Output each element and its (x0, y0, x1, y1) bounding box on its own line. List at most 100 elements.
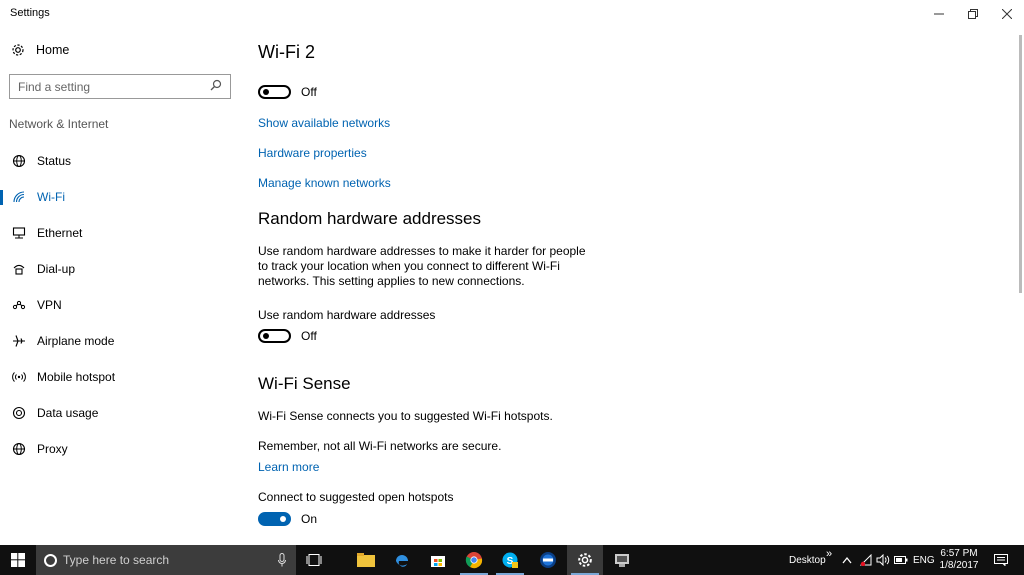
clock-time: 6:57 PM (940, 548, 978, 559)
sidebar-item-label: Dial-up (37, 262, 76, 276)
sidebar-item-label: Mobile hotspot (37, 370, 116, 384)
gear-icon (10, 42, 26, 58)
sidebar-item-ethernet[interactable]: Ethernet (0, 215, 240, 251)
show-hidden-icons-button[interactable] (842, 545, 852, 575)
sidebar-item-mobile-hotspot[interactable]: Mobile hotspot (0, 359, 240, 395)
sidebar-item-status[interactable]: Status (0, 143, 240, 179)
taskbar-search-placeholder: Type here to search (63, 553, 170, 567)
taskbar-chrome[interactable] (456, 545, 492, 575)
windows-logo-icon (11, 553, 25, 567)
sidebar-item-data-usage[interactable]: Data usage (0, 395, 240, 431)
skype-icon: S (502, 552, 518, 568)
airplane-icon (11, 333, 27, 349)
folder-icon (357, 553, 375, 567)
wifi-toggle[interactable]: Off (258, 85, 317, 99)
restore-icon (968, 9, 978, 19)
search-icon[interactable] (210, 79, 224, 93)
minimize-button[interactable] (922, 0, 956, 28)
sidebar: Home Network & Internet Status Wi-Fi Eth… (0, 30, 240, 545)
random-hardware-heading: Random hardware addresses (258, 209, 482, 228)
hotspot-icon (11, 369, 27, 385)
random-hardware-toggle-switch[interactable] (258, 329, 291, 343)
task-view-icon (306, 554, 322, 566)
volume-icon[interactable] (876, 545, 890, 575)
suggested-hotspots-toggle[interactable]: On (258, 512, 317, 526)
window-title: Settings (10, 7, 50, 19)
tray-network-icon[interactable] (860, 545, 872, 575)
task-view-button[interactable] (296, 545, 332, 575)
hardware-properties-link[interactable]: Hardware properties (258, 146, 367, 160)
taskbar-app-blue[interactable] (530, 545, 566, 575)
desktop-toolbar-label[interactable]: Desktop (789, 545, 826, 575)
wifi-icon (11, 189, 27, 205)
sidebar-item-label: Airplane mode (37, 334, 115, 348)
find-setting-box[interactable] (9, 74, 231, 99)
taskbar-settings[interactable] (567, 545, 603, 575)
wifi-toggle-switch[interactable] (258, 85, 291, 99)
minimize-icon (934, 13, 944, 15)
taskbar-search-box[interactable]: Type here to search (36, 545, 296, 575)
manage-known-networks-link[interactable]: Manage known networks (258, 176, 391, 190)
action-center-button[interactable] (994, 545, 1008, 575)
sidebar-item-label: Ethernet (37, 226, 83, 240)
gear-icon (578, 553, 592, 567)
find-setting-input[interactable] (18, 79, 198, 94)
learn-more-link[interactable]: Learn more (258, 460, 319, 474)
restore-button[interactable] (956, 0, 990, 28)
taskbar-skype[interactable]: S (492, 545, 528, 575)
sidebar-item-proxy[interactable]: Proxy (0, 431, 240, 467)
wifi-sense-description: Wi-Fi Sense connects you to suggested Wi… (258, 409, 553, 423)
sidebar-item-label: VPN (37, 298, 62, 312)
wifi-toggle-state: Off (301, 85, 317, 99)
taskbar-file-explorer[interactable] (348, 545, 384, 575)
taskbar-clock[interactable]: 6:57 PM 1/8/2017 (936, 548, 982, 572)
scrollbar[interactable] (1015, 30, 1024, 545)
sidebar-item-label: Wi-Fi (37, 190, 65, 204)
clock-date: 1/8/2017 (939, 560, 979, 571)
edge-icon (396, 555, 408, 567)
sidebar-item-airplane-mode[interactable]: Airplane mode (0, 323, 240, 359)
wifi-sense-warning: Remember, not all Wi-Fi networks are sec… (258, 439, 502, 453)
sidebar-item-label: Status (37, 154, 72, 168)
random-hardware-description: Use random hardware addresses to make it… (258, 244, 586, 288)
sidebar-item-wifi[interactable]: Wi-Fi (0, 179, 240, 215)
suggested-hotspots-label: Connect to suggested open hotspots (258, 490, 454, 504)
random-hardware-toggle[interactable]: Off (258, 329, 317, 343)
input-language[interactable]: ENG (913, 545, 935, 575)
close-button[interactable] (990, 0, 1024, 28)
store-icon (431, 556, 445, 567)
taskbar-edge[interactable] (384, 545, 420, 575)
chevron-up-icon (842, 556, 852, 564)
cortana-icon (44, 553, 57, 567)
network-app-icon (615, 554, 629, 567)
show-available-networks-link[interactable]: Show available networks (258, 116, 390, 130)
home-nav-item[interactable]: Home (10, 42, 69, 58)
globe-status-icon (11, 153, 27, 169)
dialup-icon (11, 261, 27, 277)
taskbar-network-app[interactable] (604, 545, 640, 575)
toolbar-chevron-icon[interactable]: » (826, 539, 832, 569)
taskbar-store[interactable] (420, 545, 456, 575)
chrome-icon (465, 552, 483, 569)
page-title: Wi-Fi 2 (258, 42, 315, 62)
wifi-sense-heading: Wi-Fi Sense (258, 374, 351, 393)
sidebar-item-vpn[interactable]: VPN (0, 287, 240, 323)
start-button[interactable] (0, 545, 36, 575)
suggested-hotspots-toggle-state: On (301, 512, 318, 526)
sidebar-item-label: Proxy (37, 442, 68, 456)
suggested-hotspots-toggle-switch[interactable] (258, 512, 291, 526)
sidebar-item-dialup[interactable]: Dial-up (0, 251, 240, 287)
random-hardware-toggle-label: Use random hardware addresses (258, 308, 436, 322)
vpn-icon (11, 297, 27, 313)
close-icon (1002, 9, 1012, 19)
nav-list: Status Wi-Fi Ethernet Dial-up VPN Airpla… (0, 143, 240, 467)
section-label: Network & Internet (9, 117, 109, 131)
sidebar-item-label: Data usage (37, 406, 99, 420)
globe-icon (11, 441, 27, 457)
home-label: Home (36, 43, 70, 57)
scrollbar-thumb[interactable] (1019, 35, 1022, 293)
title-bar: Settings (0, 0, 1024, 30)
battery-icon[interactable] (894, 545, 908, 575)
random-hardware-toggle-state: Off (301, 329, 317, 343)
ethernet-icon (11, 225, 27, 241)
